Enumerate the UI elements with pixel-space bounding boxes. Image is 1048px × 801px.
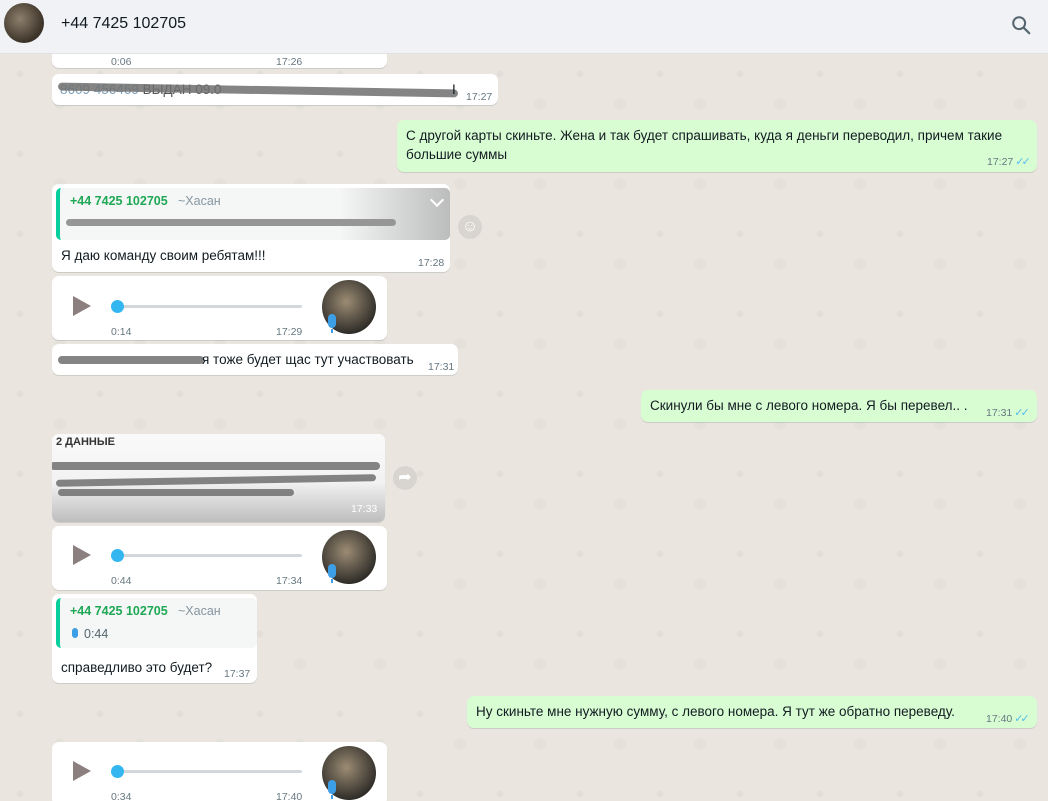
- message-incoming: 8609 456469 ВЫДАН 09.0 І 17:27: [52, 74, 498, 105]
- chat-header: +44 7425 102705: [0, 0, 1048, 54]
- message-time: 17:29: [276, 326, 303, 338]
- message-outgoing: Скинули бы мне с левого номера. Я бы пер…: [641, 390, 1037, 422]
- message-text-line2: большие суммы: [406, 147, 508, 162]
- search-icon[interactable]: [1010, 14, 1032, 36]
- microphone-icon: [72, 628, 78, 638]
- quoted-message[interactable]: +44 7425 102705 ~Хасан 0:44: [56, 598, 257, 648]
- message-text-line1: С другой карты скиньте. Жена и так будет…: [406, 128, 1003, 143]
- message-time: 17:33: [351, 503, 378, 515]
- message-time: 17:26: [276, 56, 303, 68]
- message-incoming: я тоже будет щас тут участвовать 17:31: [52, 344, 458, 375]
- microphone-icon: [328, 314, 336, 333]
- voice-duration: 0:14: [111, 326, 132, 338]
- voice-duration: 0:44: [111, 575, 132, 587]
- message-time: 17:37: [224, 668, 251, 680]
- redaction-scribble: [58, 489, 294, 496]
- message-incoming: +44 7425 102705 ~Хасан Я даю команду сво…: [52, 184, 450, 272]
- read-ticks-icon: ✓✓: [1014, 407, 1030, 419]
- voice-duration: 0:06: [111, 56, 132, 68]
- voice-progress-track[interactable]: [116, 554, 302, 557]
- redaction-scribble: [58, 356, 204, 364]
- voice-progress-track[interactable]: [116, 770, 302, 773]
- message-outgoing: Ну скиньте мне нужную сумму, с левого но…: [467, 696, 1037, 728]
- quote-sender: +44 7425 102705: [70, 194, 168, 208]
- message-time: 17:27 ✓✓: [987, 156, 1031, 168]
- quoted-message[interactable]: +44 7425 102705 ~Хасан: [56, 188, 450, 240]
- message-list[interactable]: 0:06 17:26 8609 456469 ВЫДАН 09.0 І 17:2…: [0, 54, 1048, 801]
- play-icon[interactable]: [73, 761, 91, 781]
- play-icon[interactable]: [73, 296, 91, 316]
- message-time: 17:40: [276, 791, 303, 801]
- quote-sender: +44 7425 102705: [70, 604, 168, 618]
- voice-progress-handle[interactable]: [111, 765, 124, 778]
- message-time: 17:34: [276, 575, 303, 587]
- voice-message: 0:34 17:40: [52, 742, 387, 801]
- image-message[interactable]: 2 ДАННЫЕ 17:33: [52, 434, 385, 522]
- quote-duration: 0:44: [84, 627, 109, 641]
- voice-message: 0:06 17:26: [52, 54, 387, 68]
- message-time: 17:27: [466, 91, 493, 103]
- contact-name[interactable]: +44 7425 102705: [61, 15, 186, 33]
- image-preview[interactable]: 2 ДАННЫЕ: [52, 434, 385, 522]
- message-text: Скинули бы мне с левого номера. Я бы пер…: [650, 398, 968, 413]
- quote-alias: ~Хасан: [178, 194, 221, 208]
- voice-progress-track[interactable]: [116, 305, 302, 308]
- message-text: я тоже будет щас тут участвовать: [202, 352, 414, 367]
- message-time: 17:28: [418, 257, 445, 269]
- microphone-icon: [328, 564, 336, 583]
- voice-progress-handle[interactable]: [111, 549, 124, 562]
- voice-message: 0:14 17:29: [52, 276, 387, 340]
- message-time: 17:31: [428, 361, 455, 373]
- voice-message: 0:44 17:34: [52, 526, 387, 590]
- message-text: Ну скиньте мне нужную сумму, с левого но…: [476, 704, 955, 719]
- microphone-icon: [328, 780, 336, 799]
- forward-icon[interactable]: ➦: [393, 466, 417, 490]
- message-time: 17:40 ✓✓: [986, 713, 1030, 725]
- redaction-scribble: [52, 462, 380, 470]
- voice-duration: 0:34: [111, 791, 132, 801]
- read-ticks-icon: ✓✓: [1015, 156, 1031, 168]
- message-text: справедливо это будет?: [61, 660, 213, 675]
- read-ticks-icon: ✓✓: [1014, 713, 1030, 725]
- message-time: 17:31 ✓✓: [986, 407, 1030, 419]
- voice-progress-handle[interactable]: [111, 300, 124, 313]
- contact-avatar[interactable]: [4, 3, 44, 43]
- quote-alias: ~Хасан: [178, 604, 221, 618]
- redaction-scribble: [55, 474, 377, 487]
- play-icon[interactable]: [73, 545, 91, 565]
- emoji-icon[interactable]: ☺: [458, 215, 482, 239]
- message-outgoing: С другой карты скиньте. Жена и так будет…: [397, 120, 1037, 172]
- message-incoming: +44 7425 102705 ~Хасан 0:44 справедливо …: [52, 594, 257, 683]
- message-text: Я даю команду своим ребятам!!!: [61, 248, 266, 263]
- message-text-end: І: [452, 82, 456, 97]
